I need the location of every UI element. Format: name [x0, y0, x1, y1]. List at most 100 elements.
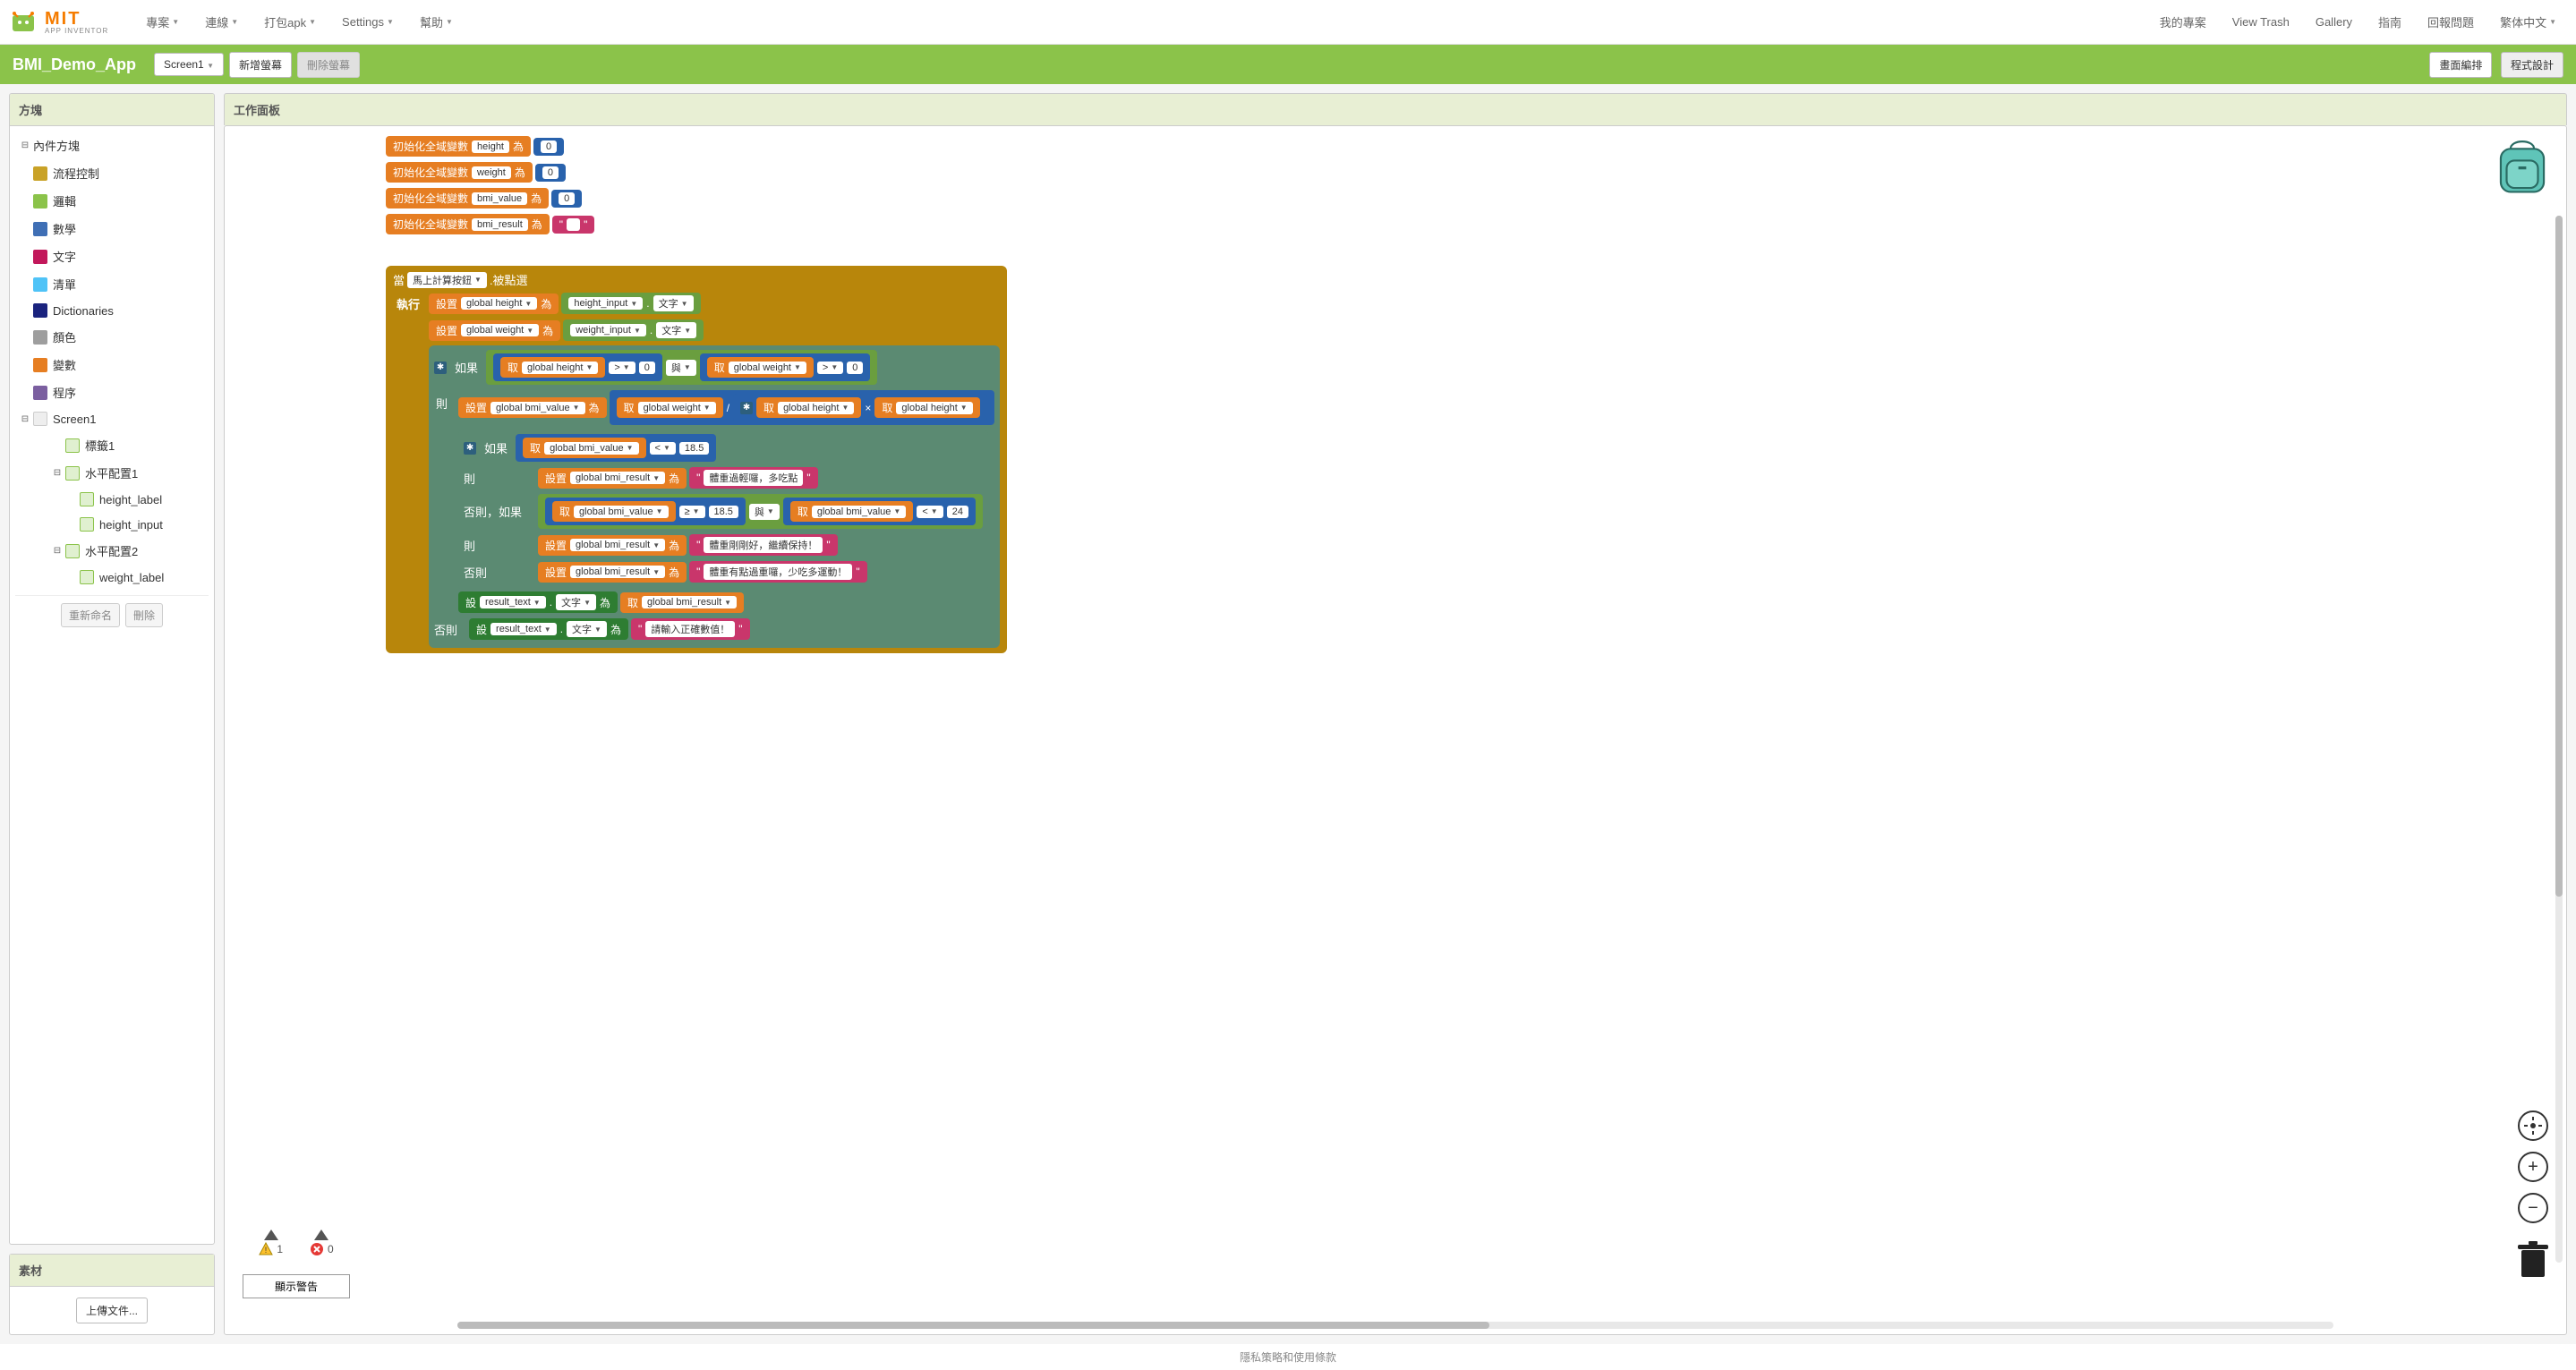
menu-left-group: 專案▼ 連線▼ 打包apk▼ Settings▼ 幫助▼: [135, 6, 464, 38]
gt-block-2[interactable]: 取 global weight▼ >▼ 0: [700, 353, 871, 381]
number-block[interactable]: 0: [551, 190, 582, 208]
inner-if-block[interactable]: ✱ 如果 取 global bmi_value▼ <▼ 18.5: [458, 430, 988, 591]
lt-block[interactable]: 取 global bmi_value▼ <▼ 18.5: [516, 434, 716, 462]
gear-icon[interactable]: ✱: [434, 362, 447, 374]
tree-builtin[interactable]: ⊟ 內件方塊: [15, 132, 209, 159]
get-height-input-text[interactable]: height_input▼ . 文字▼: [561, 293, 700, 314]
project-name: BMI_Demo_App: [13, 55, 136, 74]
error-icon: [310, 1242, 324, 1256]
tree-category[interactable]: 邏輯: [15, 187, 209, 215]
caret-icon: ▼: [446, 18, 453, 26]
set-result-text-else-block[interactable]: 設 result_text▼ . 文字▼ 為: [469, 618, 628, 640]
collapse-icon[interactable]: ⊟: [19, 413, 31, 425]
tree-component[interactable]: ⊟水平配置1: [15, 459, 209, 487]
collapse-icon[interactable]: ⊟: [19, 140, 31, 152]
category-color-icon: [33, 194, 47, 208]
collapse-icon[interactable]: ⊟: [51, 545, 64, 557]
outer-if-block[interactable]: ✱ 如果 取 global height▼ >▼ 0 與▼: [429, 345, 1000, 648]
set-global-weight-block[interactable]: 設置 global weight▼ 為: [429, 320, 560, 341]
category-color-icon: [33, 250, 47, 264]
category-color-icon: [33, 303, 47, 318]
tree-category[interactable]: 變數: [15, 351, 209, 379]
category-color-icon: [33, 222, 47, 236]
up-triangle-icon[interactable]: [314, 1230, 328, 1240]
gear-icon[interactable]: ✱: [740, 402, 753, 414]
zoom-out-button[interactable]: −: [2518, 1193, 2548, 1223]
menu-build[interactable]: 打包apk▼: [253, 6, 327, 38]
string-block[interactable]: " ": [552, 216, 595, 234]
when-click-block[interactable]: 當 馬上計算按鈕▼ .被點選 執行 設置 global height▼ 為: [386, 266, 1007, 653]
tree-category[interactable]: 數學: [15, 215, 209, 243]
tree-category[interactable]: 清單: [15, 270, 209, 298]
left-sidebar: 方塊 ⊟ 內件方塊 流程控制邏輯數學文字清單Dictionaries顏色變數程序…: [9, 93, 215, 1335]
collapse-icon[interactable]: ⊟: [51, 467, 64, 480]
tree-category[interactable]: Dictionaries: [15, 298, 209, 323]
get-weight-input-text[interactable]: weight_input▼ . 文字▼: [563, 319, 704, 341]
svg-text:!: !: [265, 1246, 268, 1255]
logo[interactable]: MIT APP INVENTOR: [9, 8, 108, 37]
tree-component[interactable]: 標籤1: [15, 431, 209, 459]
caret-icon: ▼: [2549, 18, 2556, 26]
tree-component[interactable]: weight_label: [15, 565, 209, 590]
up-triangle-icon[interactable]: [264, 1230, 278, 1240]
number-block[interactable]: 0: [533, 138, 564, 156]
blocks-canvas[interactable]: 初始化全域變數 height 為 0 初始化全域變數 weight 為 0 初始…: [225, 126, 2566, 1334]
tree-component[interactable]: ⊟水平配置2: [15, 537, 209, 565]
multiply-block[interactable]: ✱ 取 global height▼ × 取 global height▼: [733, 394, 987, 421]
horizontal-scrollbar[interactable]: [457, 1322, 2333, 1329]
vertical-scrollbar[interactable]: [2555, 216, 2563, 1263]
menu-language[interactable]: 繁体中文▼: [2489, 6, 2567, 38]
upload-file-button[interactable]: 上傳文件...: [76, 1298, 148, 1323]
app-inventor-logo-icon: [9, 8, 38, 37]
add-screen-button[interactable]: 新增螢幕: [229, 52, 292, 78]
delete-button[interactable]: 刪除: [125, 603, 163, 627]
blocks-workspace[interactable]: 初始化全域變數 height 為 0 初始化全域變數 weight 為 0 初始…: [224, 125, 2567, 1335]
divide-block[interactable]: 取 global weight▼ / ✱ 取 global height▼ × …: [610, 390, 994, 425]
menu-report[interactable]: 回報問題: [2417, 6, 2485, 38]
menu-view-trash[interactable]: View Trash: [2222, 6, 2300, 38]
work-panel: 工作面板 初始化全域變數 height 為 0 初始化全域變數 weight 為…: [224, 93, 2567, 1335]
tree-screen1[interactable]: ⊟ Screen1: [15, 406, 209, 431]
menu-gallery[interactable]: Gallery: [2305, 6, 2363, 38]
menu-settings[interactable]: Settings▼: [331, 6, 405, 38]
screen-selector[interactable]: Screen1 ▼: [154, 53, 224, 76]
center-button[interactable]: [2518, 1110, 2548, 1141]
gt-block[interactable]: 取 global height▼ >▼ 0: [493, 353, 662, 381]
menu-help[interactable]: 幫助▼: [409, 6, 464, 38]
number-block[interactable]: 0: [535, 164, 566, 182]
menu-connect[interactable]: 連線▼: [194, 6, 249, 38]
tree-category[interactable]: 程序: [15, 379, 209, 406]
init-global-var-block[interactable]: 初始化全域變數 bmi_result 為: [386, 214, 550, 234]
project-toolbar: BMI_Demo_App Screen1 ▼ 新增螢幕 刪除螢幕 畫面編排 程式…: [0, 45, 2576, 84]
tree-component[interactable]: height_label: [15, 487, 209, 512]
menu-right-group: 我的專案 View Trash Gallery 指南 回報問題 繁体中文▼: [2149, 6, 2567, 38]
tree-category[interactable]: 顏色: [15, 323, 209, 351]
tree-component[interactable]: height_input: [15, 512, 209, 537]
and-block[interactable]: 取 global height▼ >▼ 0 與▼ 取 global weight…: [486, 350, 877, 385]
set-result-text-block[interactable]: 設 result_text▼ . 文字▼ 為: [458, 591, 618, 613]
menu-guide[interactable]: 指南: [2367, 6, 2412, 38]
show-warnings-button[interactable]: 顯示警告: [243, 1274, 350, 1298]
warning-icon: !: [259, 1242, 273, 1256]
rename-button[interactable]: 重新命名: [61, 603, 120, 627]
component-icon: [80, 517, 94, 532]
init-global-var-block[interactable]: 初始化全域變數 height 為: [386, 136, 531, 157]
tree-category[interactable]: 文字: [15, 243, 209, 270]
tree-category[interactable]: 流程控制: [15, 159, 209, 187]
footer-link[interactable]: 隱私策略和使用條款: [0, 1344, 2576, 1370]
init-global-var-block[interactable]: 初始化全域變數 bmi_value 為: [386, 188, 549, 208]
set-global-height-block[interactable]: 設置 global height▼ 為: [429, 294, 559, 314]
gear-icon[interactable]: ✱: [464, 442, 476, 455]
init-global-var-block[interactable]: 初始化全域變數 weight 為: [386, 162, 533, 183]
category-color-icon: [33, 358, 47, 372]
menu-projects[interactable]: 專案▼: [135, 6, 190, 38]
set-bmi-value-block[interactable]: 設置 global bmi_value▼ 為: [458, 397, 607, 418]
workspace-controls: + −: [2516, 1110, 2550, 1281]
zoom-in-button[interactable]: +: [2518, 1152, 2548, 1182]
designer-view-button[interactable]: 畫面編排: [2429, 52, 2492, 78]
backpack-icon[interactable]: [2493, 135, 2552, 198]
blocks-tree: ⊟ 內件方塊 流程控制邏輯數學文字清單Dictionaries顏色變數程序 ⊟ …: [10, 126, 214, 640]
trash-icon[interactable]: [2516, 1241, 2550, 1281]
menu-my-projects[interactable]: 我的專案: [2149, 6, 2217, 38]
blocks-view-button[interactable]: 程式設計: [2501, 52, 2563, 78]
